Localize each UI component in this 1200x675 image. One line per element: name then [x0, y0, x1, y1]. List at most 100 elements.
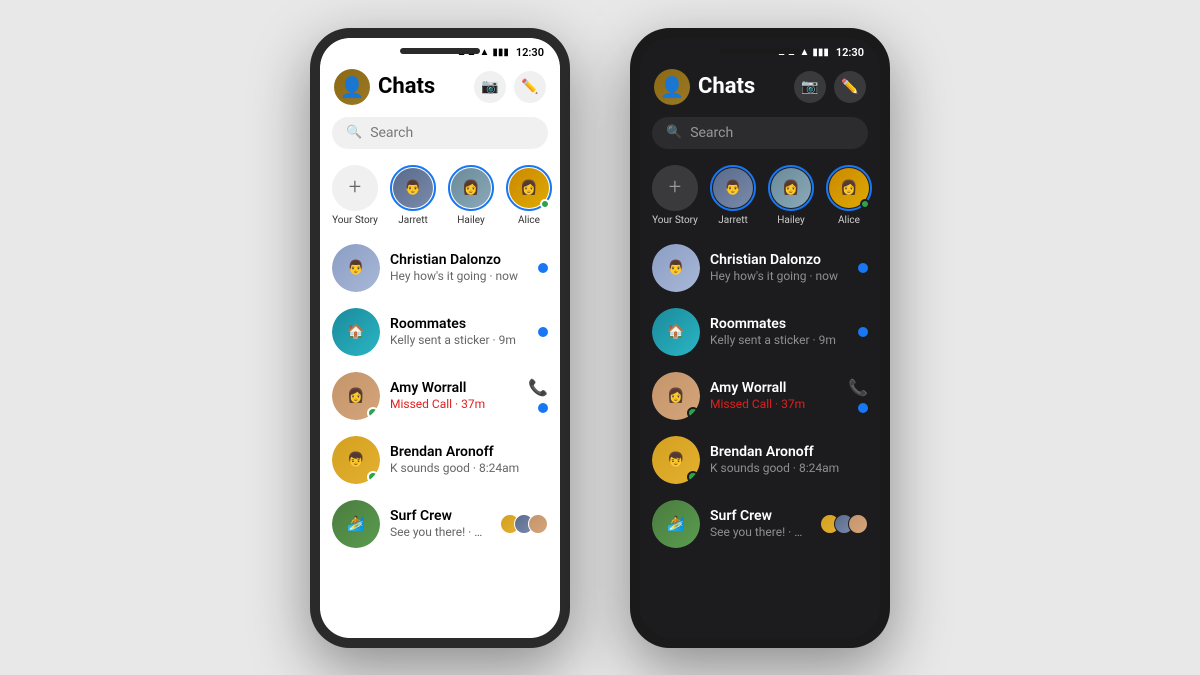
story-label-hailey-dark: Hailey — [777, 215, 804, 226]
chat-item-roommates-dark[interactable]: 🏠 Roommates Kelly sent a sticker · 9m — [640, 300, 880, 364]
chat-name-christian-dark: Christian Dalonzo — [710, 252, 848, 268]
chat-meta-roommates — [538, 327, 548, 337]
edit-icon: ✏️ — [521, 79, 538, 95]
stories-row-dark: + Your Story 👨 Jarrett 👩 — [640, 157, 880, 236]
avatar-brendan-dark: 👦 — [652, 436, 700, 484]
chat-item-surf-dark[interactable]: 🏄 Surf Crew See you there! · Mon — [640, 492, 880, 556]
search-input-dark[interactable]: Search — [690, 125, 733, 141]
chat-name-brendan: Brendan Aronoff — [390, 444, 538, 460]
unread-dot-roommates — [538, 327, 548, 337]
story-alice[interactable]: 👩 Alice — [506, 165, 552, 226]
story-avatar-hailey-dark: 👩 — [768, 165, 814, 211]
group-avatar-dark-3 — [848, 514, 868, 534]
wifi-icon: ▲ — [479, 47, 489, 58]
missed-call-label: Missed Call — [390, 397, 452, 411]
chat-meta-roommates-dark — [858, 327, 868, 337]
chat-name-surf-dark: Surf Crew — [710, 508, 810, 524]
chat-item-brendan-dark[interactable]: 👦 Brendan Aronoff K sounds good · 8:24am — [640, 428, 880, 492]
chat-preview-christian-dark: Hey how's it going · now — [710, 269, 848, 283]
chat-name-brendan-dark: Brendan Aronoff — [710, 444, 858, 460]
chat-preview-roommates: Kelly sent a sticker · 9m — [390, 333, 528, 347]
story-label-jarrett: Jarrett — [398, 215, 428, 226]
search-bar[interactable]: 🔍 Search — [332, 117, 548, 149]
online-dot-amy — [367, 407, 379, 419]
avatar-christian: 👨 — [332, 244, 380, 292]
online-dot-amy-dark — [687, 407, 699, 419]
chat-name-amy: Amy Worrall — [390, 380, 518, 396]
avatar-surf-dark: 🏄 — [652, 500, 700, 548]
camera-icon-dark: 📷 — [801, 79, 818, 95]
group-avatar-3 — [528, 514, 548, 534]
search-wrapper-dark: 🔍 Search — [640, 113, 880, 157]
camera-icon: 📷 — [481, 79, 498, 95]
story-alice-dark[interactable]: 👩 Alice — [826, 165, 872, 226]
add-story-button[interactable]: + — [332, 165, 378, 211]
status-time-dark: 12:30 — [836, 46, 864, 59]
search-wrapper: 🔍 Search — [320, 113, 560, 157]
chat-info-amy-dark: Amy Worrall Missed Call · 37m — [710, 380, 838, 411]
story-hailey[interactable]: 👩 Hailey — [448, 165, 494, 226]
edit-button-dark[interactable]: ✏️ — [834, 71, 866, 103]
chat-preview-brendan: K sounds good · 8:24am — [390, 461, 538, 475]
chat-info-surf: Surf Crew See you there! · Mon — [390, 508, 490, 539]
stories-row: + Your Story 👨 Jarrett 👩 — [320, 157, 560, 236]
chat-info-christian: Christian Dalonzo Hey how's it going · n… — [390, 252, 528, 283]
chat-meta-amy: 📞 — [528, 378, 548, 413]
online-dot-brendan-dark — [687, 471, 699, 483]
chat-list: 👨 Christian Dalonzo Hey how's it going ·… — [320, 236, 560, 638]
story-label-hailey: Hailey — [457, 215, 484, 226]
chat-list-dark: 👨 Christian Dalonzo Hey how's it going ·… — [640, 236, 880, 638]
edit-button[interactable]: ✏️ — [514, 71, 546, 103]
missed-time-dark: · 37m — [775, 397, 805, 411]
phone-notch — [400, 48, 480, 54]
call-icon-amy: 📞 — [528, 378, 548, 397]
chat-item-christian[interactable]: 👨 Christian Dalonzo Hey how's it going ·… — [320, 236, 560, 300]
chat-item-roommates[interactable]: 🏠 Roommates Kelly sent a sticker · 9m — [320, 300, 560, 364]
group-avatars-surf-dark — [820, 514, 868, 534]
chat-info-roommates-dark: Roommates Kelly sent a sticker · 9m — [710, 316, 848, 347]
chat-preview-brendan-dark: K sounds good · 8:24am — [710, 461, 858, 475]
battery-icon-dark: ▮▮▮ — [812, 47, 829, 58]
camera-button-dark[interactable]: 📷 — [794, 71, 826, 103]
online-dot-alice-dark — [860, 199, 870, 209]
chat-name-roommates-dark: Roommates — [710, 316, 848, 332]
chat-preview-amy-dark: Missed Call · 37m — [710, 397, 838, 411]
wifi-icon-dark: ▲ — [799, 47, 809, 58]
add-story-button-dark[interactable]: + — [652, 165, 698, 211]
avatar-roommates: 🏠 — [332, 308, 380, 356]
story-add-dark[interactable]: + Your Story — [652, 165, 698, 226]
story-hailey-dark[interactable]: 👩 Hailey — [768, 165, 814, 226]
search-input[interactable]: Search — [370, 125, 413, 141]
call-icon-amy-dark: 📞 — [848, 378, 868, 397]
chat-preview-amy-missed: Missed Call · 37m — [390, 397, 518, 411]
dark-phone: ▲▲ ▲ ▮▮▮ 12:30 👤 Chats 📷 ✏️ — [630, 28, 890, 648]
chat-preview-roommates-dark: Kelly sent a sticker · 9m — [710, 333, 848, 347]
chat-item-amy-dark[interactable]: 👩 Amy Worrall Missed Call · 37m 📞 — [640, 364, 880, 428]
search-bar-dark[interactable]: 🔍 Search — [652, 117, 868, 149]
app-header-dark: 👤 Chats 📷 ✏️ — [640, 63, 880, 113]
chat-item-brendan[interactable]: 👦 Brendan Aronoff K sounds good · 8:24am — [320, 428, 560, 492]
avatar-surf: 🏄 — [332, 500, 380, 548]
app-title-dark: Chats — [698, 74, 786, 99]
header-actions: 📷 ✏️ — [474, 71, 546, 103]
chat-name-amy-dark: Amy Worrall — [710, 380, 838, 396]
story-add[interactable]: + Your Story — [332, 165, 378, 226]
chat-item-amy[interactable]: 👩 Amy Worrall Missed Call · 37m 📞 — [320, 364, 560, 428]
user-avatar-dark[interactable]: 👤 — [654, 69, 690, 105]
chat-info-amy: Amy Worrall Missed Call · 37m — [390, 380, 518, 411]
online-dot-alice — [540, 199, 550, 209]
chat-item-christian-dark[interactable]: 👨 Christian Dalonzo Hey how's it going ·… — [640, 236, 880, 300]
chat-info-roommates: Roommates Kelly sent a sticker · 9m — [390, 316, 528, 347]
camera-button[interactable]: 📷 — [474, 71, 506, 103]
chat-item-surf[interactable]: 🏄 Surf Crew See you there! · Mon — [320, 492, 560, 556]
story-jarrett[interactable]: 👨 Jarrett — [390, 165, 436, 226]
chat-meta-surf — [500, 514, 548, 534]
chat-preview-christian: Hey how's it going · now — [390, 269, 528, 283]
story-label-alice: Alice — [518, 215, 540, 226]
avatar-roommates-dark: 🏠 — [652, 308, 700, 356]
user-avatar[interactable]: 👤 — [334, 69, 370, 105]
battery-icon: ▮▮▮ — [492, 47, 509, 58]
story-jarrett-dark[interactable]: 👨 Jarrett — [710, 165, 756, 226]
avatar-amy-dark: 👩 — [652, 372, 700, 420]
edit-icon-dark: ✏️ — [841, 79, 858, 95]
